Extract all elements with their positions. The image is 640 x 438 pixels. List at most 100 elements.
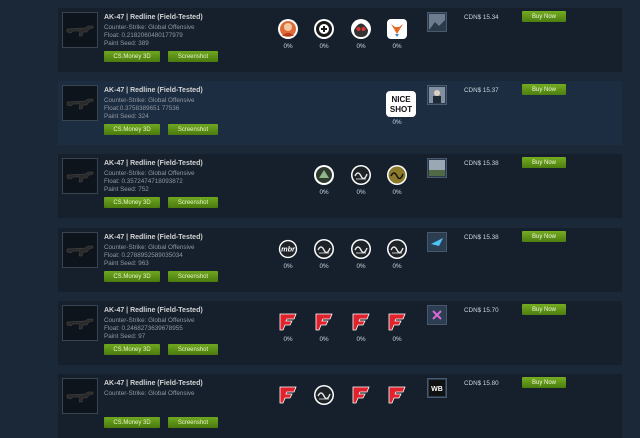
sticker-wear-percent: 0% <box>283 263 293 270</box>
item-paint-seed: Paint Seed: 97 <box>104 333 146 340</box>
sticker-wear-percent: 0% <box>392 263 402 270</box>
item-float: Float: 0.3572474718093872 <box>104 178 183 185</box>
item-title[interactable]: AK-47 | Redline (Field-Tested) <box>104 380 203 387</box>
portrait-sticker[interactable] <box>277 18 299 40</box>
buy-now-button[interactable]: Buy Now <box>522 84 566 95</box>
buy-now-button[interactable]: Buy Now <box>522 11 566 22</box>
listing-row: AK-47 | Redline (Field-Tested) Counter-S… <box>58 228 622 292</box>
nice-shot-sticker[interactable]: NICE SHOT <box>386 91 416 117</box>
buy-now-button[interactable]: Buy Now <box>522 231 566 242</box>
listing-row: AK-47 | Redline (Field-Tested) Counter-S… <box>58 81 622 145</box>
item-thumbnail[interactable] <box>62 158 98 194</box>
item-thumbnail[interactable] <box>62 378 98 414</box>
sticker-wear-percent: 0% <box>392 189 402 196</box>
item-paint-seed: Paint Seed: 963 <box>104 260 149 267</box>
signature-sticker[interactable] <box>313 238 335 260</box>
faze-sticker[interactable] <box>313 311 335 333</box>
cs-money-3d-button[interactable]: CS.Money 3D <box>104 124 160 135</box>
item-thumbnail[interactable] <box>62 12 98 48</box>
mibr-sticker[interactable]: mbr <box>277 238 299 260</box>
price: CDN$ 15.38 <box>464 160 499 167</box>
round-logo-sticker[interactable] <box>313 18 335 40</box>
item-title[interactable]: AK-47 | Redline (Field-Tested) <box>104 234 203 241</box>
sticker-wear-percent: 0% <box>283 336 293 343</box>
desert-charm[interactable] <box>427 158 447 178</box>
cs-money-3d-button[interactable]: CS.Money 3D <box>104 271 160 282</box>
price: CDN$ 15.34 <box>464 14 499 21</box>
faze-sticker[interactable] <box>386 311 408 333</box>
signature-sticker[interactable] <box>350 164 372 186</box>
listing-row: AK-47 | Redline (Field-Tested) Counter-S… <box>58 8 622 72</box>
item-float: Float: 0.2788952589035034 <box>104 252 183 259</box>
sticker-wear-percent: 0% <box>392 336 402 343</box>
wb-charm[interactable]: WB <box>427 378 447 398</box>
signature-sticker[interactable] <box>313 384 335 406</box>
item-float: Float:0.3758389651 77536 <box>104 105 180 112</box>
sticker-wear-percent: 0% <box>283 43 293 50</box>
item-paint-seed: Paint Seed: 752 <box>104 186 149 193</box>
blue-bird-charm[interactable] <box>427 232 447 252</box>
svg-text:SHOT: SHOT <box>390 105 412 114</box>
buy-now-button[interactable]: Buy Now <box>522 377 566 388</box>
item-game: Counter-Strike: Global Offensive <box>104 390 195 397</box>
signature-sticker[interactable] <box>350 238 372 260</box>
screenshot-button[interactable]: Screenshot <box>168 344 218 355</box>
sticker-wear-percent: 0% <box>319 263 329 270</box>
sticker-wear-percent: 0% <box>356 43 366 50</box>
item-title[interactable]: AK-47 | Redline (Field-Tested) <box>104 14 203 21</box>
sticker-wear-percent: 0% <box>319 43 329 50</box>
cs-money-3d-button[interactable]: CS.Money 3D <box>104 197 160 208</box>
price: CDN$ 15.38 <box>464 234 499 241</box>
screenshot-button[interactable]: Screenshot <box>168 417 218 428</box>
sticker-wear-percent: 0% <box>356 263 366 270</box>
sticker-wear-percent: 0% <box>356 336 366 343</box>
item-title[interactable]: AK-47 | Redline (Field-Tested) <box>104 87 203 94</box>
buy-now-button[interactable]: Buy Now <box>522 157 566 168</box>
screenshot-button[interactable]: Screenshot <box>168 124 218 135</box>
faze-sticker[interactable] <box>350 311 372 333</box>
svg-text:WB: WB <box>431 386 443 393</box>
listing-row: AK-47 | Redline (Field-Tested) Counter-S… <box>58 374 622 438</box>
item-thumbnail[interactable] <box>62 232 98 268</box>
item-thumbnail[interactable] <box>62 85 98 121</box>
sticker-wear-percent: 0% <box>356 189 366 196</box>
screenshot-button[interactable]: Screenshot <box>168 197 218 208</box>
item-paint-seed: Paint Seed: 324 <box>104 113 149 120</box>
fox-sticker[interactable] <box>386 18 408 40</box>
faze-sticker[interactable] <box>277 384 299 406</box>
price: CDN$ 15.70 <box>464 307 499 314</box>
landscape-charm[interactable] <box>427 12 447 32</box>
sticker-wear-percent: 0% <box>392 43 402 50</box>
item-title[interactable]: AK-47 | Redline (Field-Tested) <box>104 160 203 167</box>
gold-signature-sticker[interactable] <box>386 164 408 186</box>
cs-money-3d-button[interactable]: CS.Money 3D <box>104 344 160 355</box>
cs-money-3d-button[interactable]: CS.Money 3D <box>104 51 160 62</box>
item-game: Counter-Strike: Global Offensive <box>104 24 195 31</box>
item-paint-seed: Paint Seed: 389 <box>104 40 149 47</box>
screenshot-button[interactable]: Screenshot <box>168 51 218 62</box>
sticker-wear-percent: 0% <box>319 189 329 196</box>
item-title[interactable]: AK-47 | Redline (Field-Tested) <box>104 307 203 314</box>
item-thumbnail[interactable] <box>62 305 98 341</box>
price: CDN$ 15.37 <box>464 87 499 94</box>
faze-sticker[interactable] <box>386 384 408 406</box>
faze-sticker[interactable] <box>277 311 299 333</box>
screenshot-button[interactable]: Screenshot <box>168 271 218 282</box>
item-game: Counter-Strike: Global Offensive <box>104 97 195 104</box>
faze-sticker[interactable] <box>350 384 372 406</box>
price: CDN$ 15.80 <box>464 380 499 387</box>
cs-money-3d-button[interactable]: CS.Money 3D <box>104 417 160 428</box>
buy-now-button[interactable]: Buy Now <box>522 304 566 315</box>
signature-sticker[interactable] <box>386 238 408 260</box>
purple-charm[interactable] <box>427 305 447 325</box>
skull-sticker[interactable] <box>350 18 372 40</box>
person-charm[interactable] <box>427 85 447 105</box>
listing-row: AK-47 | Redline (Field-Tested) Counter-S… <box>58 301 622 365</box>
svg-text:NICE: NICE <box>391 95 411 104</box>
sticker-wear-percent: 0% <box>392 119 402 126</box>
sticker-wear-percent: 0% <box>319 336 329 343</box>
item-game: Counter-Strike: Global Offensive <box>104 244 195 251</box>
round-team-sticker[interactable] <box>313 164 335 186</box>
item-float: Float: 0.2468273639678955 <box>104 325 183 332</box>
listing-row: AK-47 | Redline (Field-Tested) Counter-S… <box>58 154 622 218</box>
